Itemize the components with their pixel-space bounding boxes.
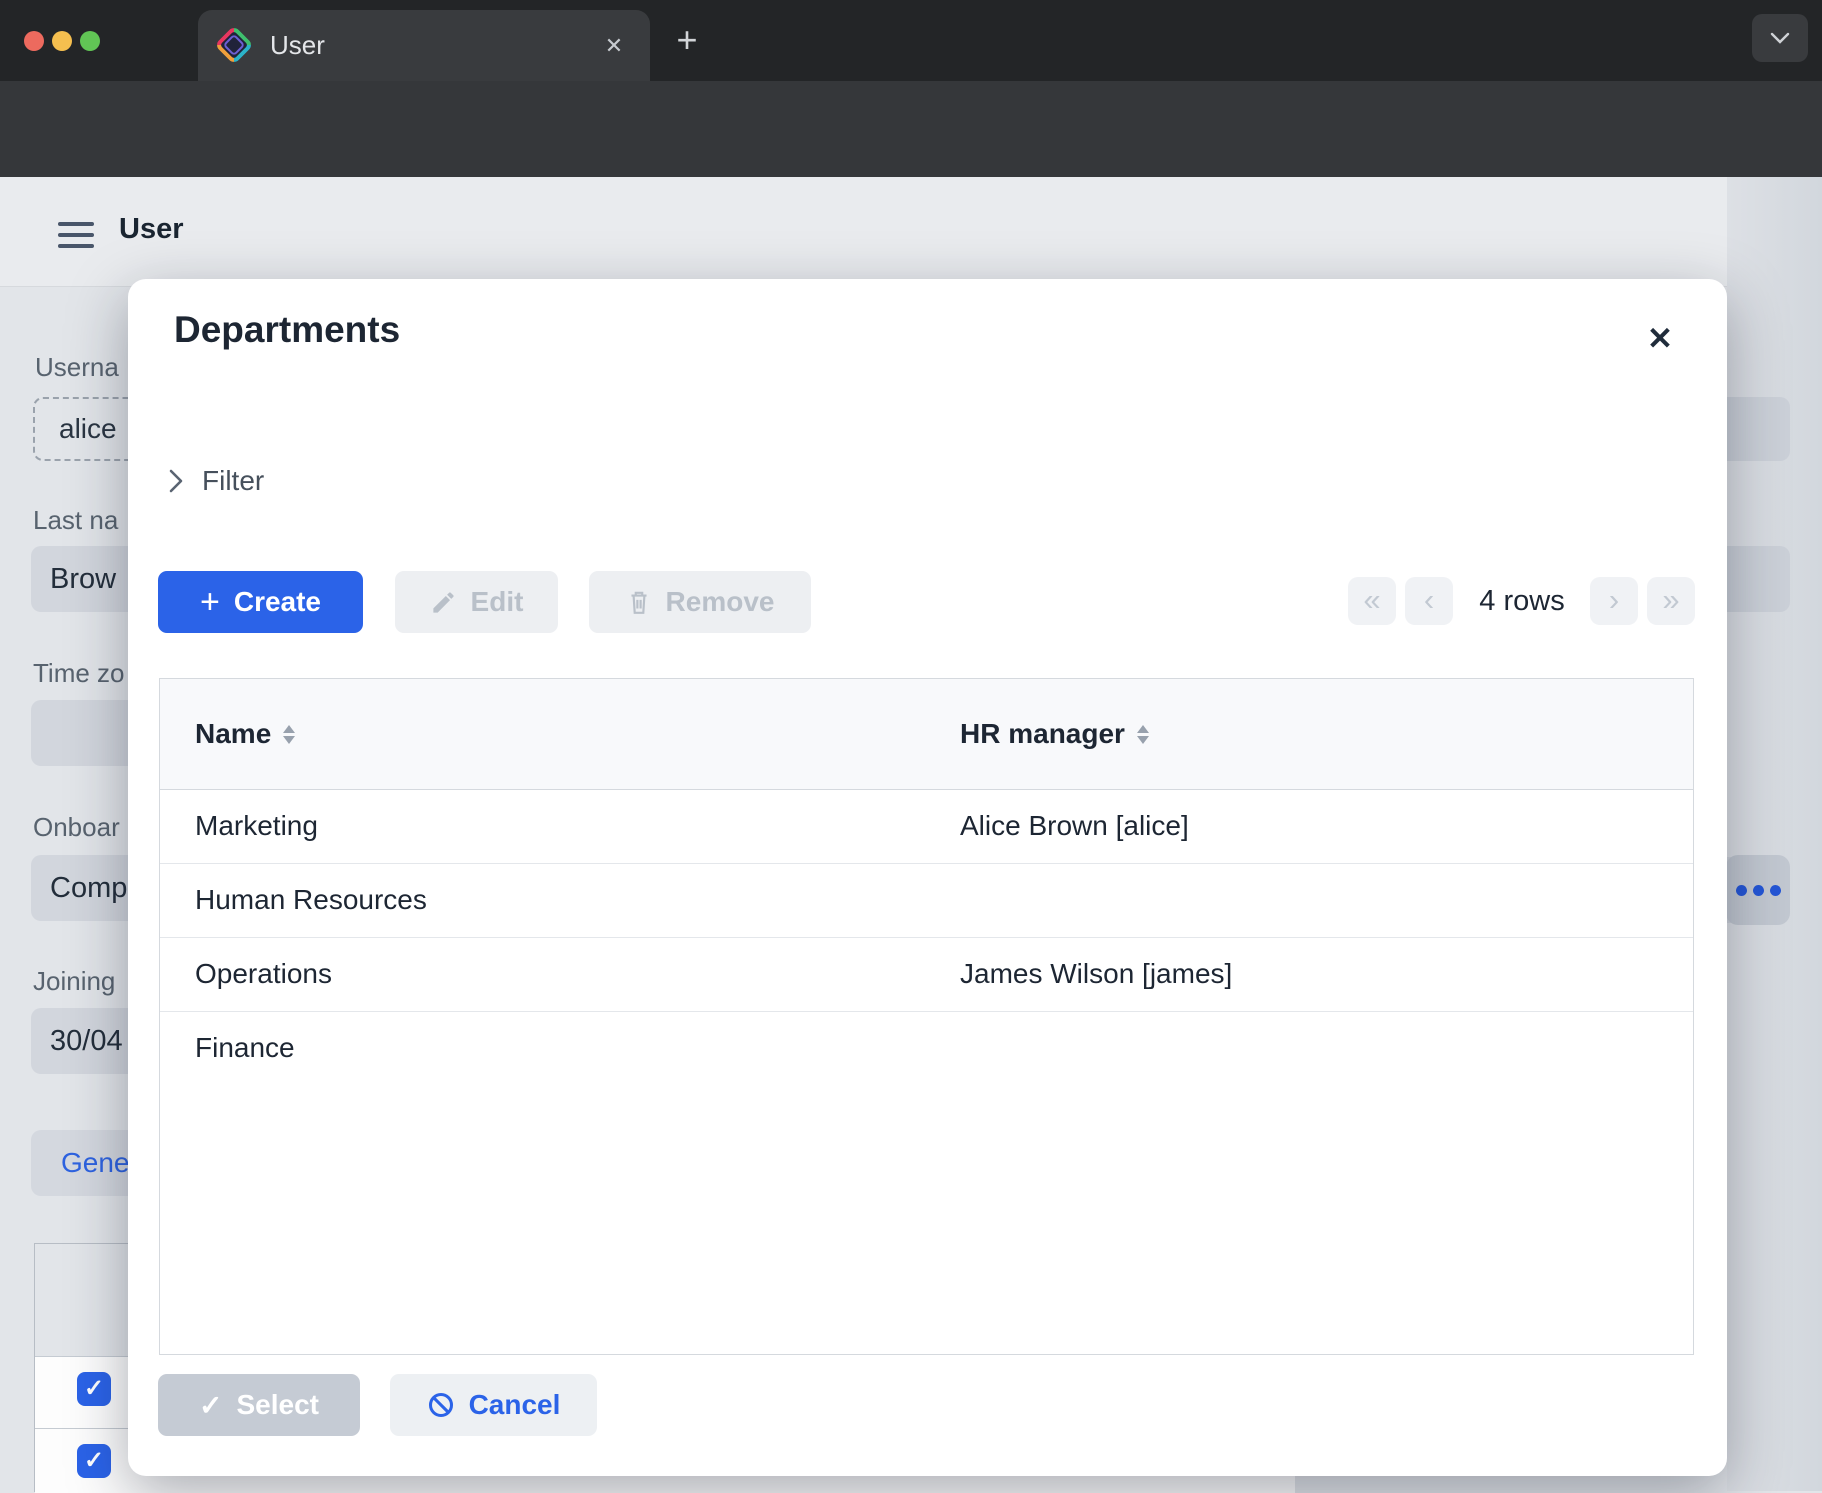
pagination-last-button[interactable]: » [1647, 577, 1695, 625]
site-favicon-icon [214, 25, 254, 65]
pagination-first-button[interactable]: « [1348, 577, 1396, 625]
time-zone-label: Time zo [33, 658, 125, 689]
more-options-button[interactable] [1726, 855, 1790, 925]
check-icon: ✓ [199, 1389, 222, 1422]
block-icon [427, 1391, 455, 1419]
select-button-label: Select [236, 1389, 319, 1421]
create-button[interactable]: + Create [158, 571, 363, 633]
edit-button[interactable]: Edit [395, 571, 558, 633]
tab-title: User [270, 10, 325, 81]
select-button[interactable]: ✓ Select [158, 1374, 360, 1436]
column-header-name[interactable]: Name [195, 679, 295, 789]
rows-count: 4 rows [1458, 577, 1586, 625]
table-row-marketing[interactable]: Marketing Alice Brown [alice] [160, 789, 1693, 864]
tab-search-chevron-button[interactable] [1752, 14, 1808, 62]
sort-icon [283, 725, 295, 744]
filter-label: Filter [202, 465, 264, 497]
browser-toolbar: ← → ↻ ⌂ i localhost:8080/users/a0104727-… [0, 81, 1822, 177]
filter-toggle[interactable]: Filter [166, 461, 264, 501]
dialog-close-icon[interactable]: ✕ [1636, 315, 1684, 363]
cancel-button-label: Cancel [469, 1389, 561, 1421]
window-close-button[interactable] [24, 31, 44, 51]
column-header-hr-manager[interactable]: HR manager [960, 679, 1149, 789]
window-minimize-button[interactable] [52, 31, 72, 51]
sort-icon [1137, 725, 1149, 744]
row-checkbox[interactable]: ✓ [77, 1372, 111, 1406]
pagination-next-button[interactable]: › [1590, 577, 1638, 625]
hr-manager-column-label: HR manager [960, 718, 1125, 750]
pencil-icon [430, 589, 457, 616]
table-row-finance[interactable]: Finance [160, 1011, 1693, 1085]
name-column-label: Name [195, 718, 271, 750]
cell-name: Finance [195, 1011, 295, 1085]
cell-name: Marketing [195, 789, 318, 863]
joining-date-label: Joining [33, 966, 115, 997]
username-label: Userna [35, 352, 119, 383]
page-background-right [1727, 177, 1822, 1491]
trash-icon [626, 588, 652, 616]
last-name-label: Last na [33, 505, 118, 536]
row-checkbox[interactable]: ✓ [77, 1444, 111, 1478]
browser-tab[interactable]: User ✕ [198, 10, 650, 81]
hamburger-menu-icon[interactable] [58, 222, 94, 248]
table-row-operations[interactable]: Operations James Wilson [james] [160, 937, 1693, 1012]
edit-button-label: Edit [471, 586, 524, 618]
remove-button-label: Remove [666, 586, 775, 618]
window-maximize-button[interactable] [80, 31, 100, 51]
departments-table: Name HR manager Marketing Alice Brown [a… [159, 678, 1694, 1355]
table-row-human-resources[interactable]: Human Resources [160, 863, 1693, 938]
page-title: User [119, 213, 184, 246]
pagination-prev-button[interactable]: ‹ [1405, 577, 1453, 625]
cell-name: Human Resources [195, 863, 427, 937]
app-header [0, 177, 1822, 286]
chevron-right-icon [166, 468, 186, 494]
tab-close-icon[interactable]: ✕ [596, 28, 632, 64]
cell-hr-manager: James Wilson [james] [960, 937, 1232, 1011]
new-tab-button[interactable]: + [664, 18, 710, 64]
cell-name: Operations [195, 937, 332, 1011]
departments-dialog: Departments ✕ Filter + Create Edit Remov… [128, 279, 1727, 1476]
create-button-label: Create [234, 586, 321, 618]
onboarding-label: Onboar [33, 812, 120, 843]
table-header-row: Name HR manager [160, 679, 1693, 790]
remove-button[interactable]: Remove [589, 571, 811, 633]
cell-hr-manager: Alice Brown [alice] [960, 789, 1189, 863]
browser-tab-bar: User ✕ + [0, 0, 1822, 81]
dialog-title: Departments [174, 309, 400, 351]
cancel-button[interactable]: Cancel [390, 1374, 597, 1436]
chevron-down-icon [1770, 32, 1790, 44]
plus-icon: + [200, 585, 220, 619]
